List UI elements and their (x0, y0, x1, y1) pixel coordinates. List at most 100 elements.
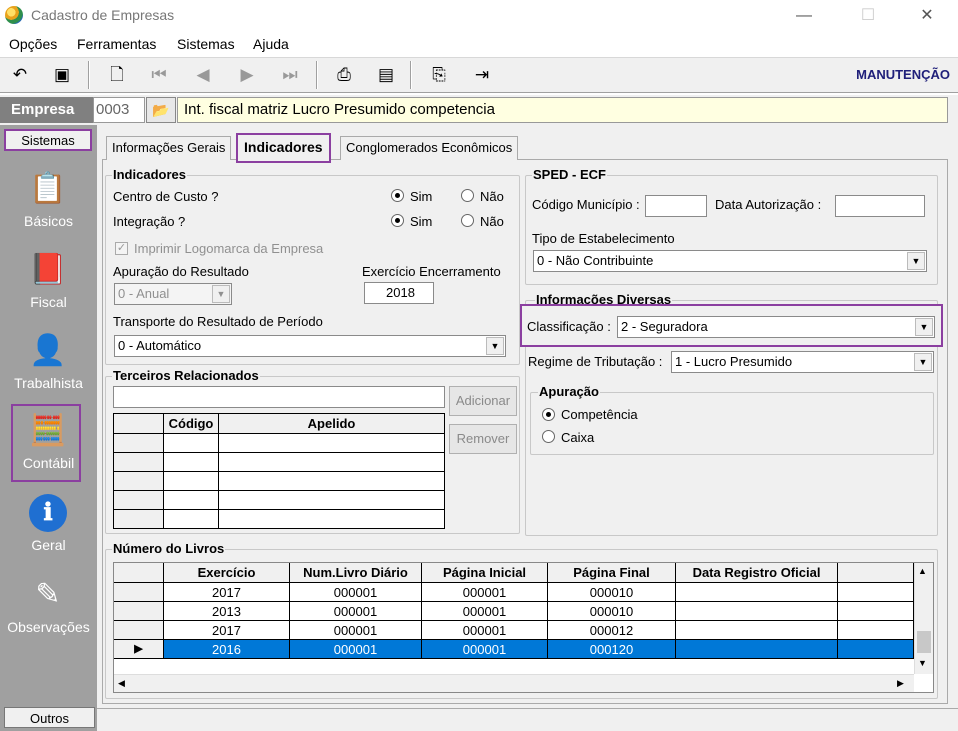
grid-cell[interactable] (219, 453, 445, 472)
grid-cell[interactable]: 2017 (164, 621, 290, 640)
grid-cell[interactable]: 000001 (290, 583, 422, 602)
centro-custo-sim-radio[interactable] (391, 189, 404, 202)
report-icon[interactable]: ▤ (374, 63, 398, 87)
tab-conglomerados[interactable]: Conglomerados Econômicos (340, 136, 519, 160)
codigo-municipio-field[interactable] (645, 195, 707, 217)
grid-cell[interactable] (164, 510, 219, 528)
grid-cell[interactable]: 000001 (422, 602, 548, 621)
grid-cell[interactable] (676, 602, 838, 621)
menu-ferramentas[interactable]: Ferramentas (77, 36, 156, 52)
grid-cell[interactable]: 000001 (422, 640, 548, 659)
grid-cell[interactable]: 000001 (290, 602, 422, 621)
column-header-extra[interactable] (838, 563, 914, 583)
menu-sistemas[interactable]: Sistemas (177, 36, 235, 52)
grid-cell[interactable] (219, 434, 445, 453)
column-header-apelido[interactable]: Apelido (219, 414, 445, 434)
sidebar-footer-outros[interactable]: Outros (4, 707, 95, 728)
centro-custo-nao-radio[interactable] (461, 189, 474, 202)
grid-cell[interactable] (219, 491, 445, 510)
terceiros-grid[interactable]: Código Apelido (113, 413, 445, 529)
competencia-radio[interactable] (542, 408, 555, 421)
scroll-right-icon[interactable]: ▶ (897, 678, 904, 689)
grid-cell[interactable]: 000001 (290, 621, 422, 640)
grid-cell[interactable]: 000010 (548, 583, 676, 602)
adicionar-button[interactable]: Adicionar (449, 386, 517, 416)
grid-cell[interactable] (838, 583, 914, 602)
grid-cell[interactable] (838, 602, 914, 621)
column-header-data-registro[interactable]: Data Registro Oficial (676, 563, 838, 583)
grid-cell[interactable] (164, 434, 219, 453)
apuracao-resultado-select[interactable]: 0 - Anual ▼ (114, 283, 232, 305)
undo-icon[interactable]: ↶ (8, 63, 32, 87)
minimize-button[interactable]: — (781, 2, 827, 30)
tab-informacoes-gerais[interactable]: Informações Gerais (106, 136, 232, 160)
terceiros-search-field[interactable] (113, 386, 445, 408)
imprimir-logo-checkbox[interactable]: ✓ (115, 242, 128, 255)
grid-cell[interactable]: 2016 (164, 640, 290, 659)
empresa-name-field[interactable]: Int. fiscal matriz Lucro Presumido compe… (177, 97, 948, 123)
exercicio-encerramento-field[interactable]: 2018 (364, 282, 434, 304)
integracao-nao-radio[interactable] (461, 214, 474, 227)
open-folder-icon[interactable]: 📂 (146, 97, 176, 123)
scroll-left-icon[interactable]: ◀ (118, 678, 125, 689)
horizontal-scrollbar[interactable]: ◀ ▶ (114, 674, 914, 692)
maximize-button[interactable]: ☐ (845, 2, 891, 30)
grid-cell[interactable] (164, 472, 219, 491)
column-header-exercicio[interactable]: Exercício (164, 563, 290, 583)
first-icon[interactable]: ⏮ (147, 63, 171, 87)
remover-button[interactable]: Remover (449, 424, 517, 454)
save-icon[interactable]: ▣ (50, 63, 74, 87)
print-icon[interactable]: ⎙ (332, 63, 356, 87)
prev-icon[interactable]: ◀ (191, 63, 215, 87)
sidebar-item-observacoes[interactable]: ✎ Observações (0, 576, 97, 656)
grid-cell[interactable] (164, 453, 219, 472)
column-header-pagina-final[interactable]: Página Final (548, 563, 676, 583)
grid-cell[interactable]: 000010 (548, 602, 676, 621)
column-header-codigo[interactable]: Código (164, 414, 219, 434)
grid-cell[interactable]: 000012 (548, 621, 676, 640)
sidebar-item-fiscal[interactable]: 📕 Fiscal (0, 251, 97, 331)
vertical-scrollbar[interactable]: ▲ ▼ (914, 563, 933, 674)
scroll-up-icon[interactable]: ▲ (918, 566, 927, 576)
transporte-select[interactable]: 0 - Automático ▼ (114, 335, 506, 357)
column-header-num-livro[interactable]: Num.Livro Diário (290, 563, 422, 583)
scroll-thumb[interactable] (917, 631, 931, 653)
exit-icon[interactable]: ⇥ (470, 63, 494, 87)
sidebar-header-sistemas[interactable]: Sistemas (4, 129, 92, 151)
grid-cell[interactable]: 000001 (422, 583, 548, 602)
empresa-code-field[interactable]: 0003 (93, 97, 145, 123)
sidebar-item-geral[interactable]: ℹ Geral (0, 494, 97, 574)
sidebar-item-contabil[interactable]: 🧮 Contábil (0, 412, 97, 492)
grid-cell[interactable] (676, 621, 838, 640)
livros-grid[interactable]: Exercício Num.Livro Diário Página Inicia… (113, 562, 934, 693)
export-icon[interactable]: ⎘ (427, 63, 451, 87)
data-autorizacao-field[interactable] (835, 195, 925, 217)
grid-cell[interactable]: 000001 (290, 640, 422, 659)
grid-cell[interactable]: 2017 (164, 583, 290, 602)
regime-tributacao-select[interactable]: 1 - Lucro Presumido ▼ (671, 351, 934, 373)
grid-cell[interactable] (838, 640, 914, 659)
grid-cell[interactable] (164, 491, 219, 510)
grid-cell[interactable] (676, 583, 838, 602)
scroll-down-icon[interactable]: ▼ (918, 658, 927, 668)
integracao-sim-radio[interactable] (391, 214, 404, 227)
grid-cell[interactable]: 000001 (422, 621, 548, 640)
grid-cell[interactable] (219, 472, 445, 491)
caixa-radio[interactable] (542, 430, 555, 443)
grid-cell[interactable]: 000120 (548, 640, 676, 659)
sidebar-item-basicos[interactable]: 📋 Básicos (0, 170, 97, 250)
grid-cell[interactable] (219, 510, 445, 528)
tipo-estabelecimento-select[interactable]: 0 - Não Contribuinte ▼ (533, 250, 927, 272)
menu-ajuda[interactable]: Ajuda (253, 36, 289, 52)
grid-cell[interactable] (838, 621, 914, 640)
menu-opcoes[interactable]: Opções (9, 36, 57, 52)
preview-icon[interactable]: 🗋 (105, 63, 129, 87)
grid-cell[interactable] (676, 640, 838, 659)
sidebar-item-trabalhista[interactable]: 👤 Trabalhista (0, 332, 97, 412)
tab-indicadores[interactable]: Indicadores (236, 133, 331, 163)
last-icon[interactable]: ⏭ (278, 63, 302, 87)
grid-cell[interactable]: 2013 (164, 602, 290, 621)
classificacao-select[interactable]: 2 - Seguradora ▼ (617, 316, 935, 338)
next-icon[interactable]: ▶ (235, 63, 259, 87)
column-header-pagina-inicial[interactable]: Página Inicial (422, 563, 548, 583)
